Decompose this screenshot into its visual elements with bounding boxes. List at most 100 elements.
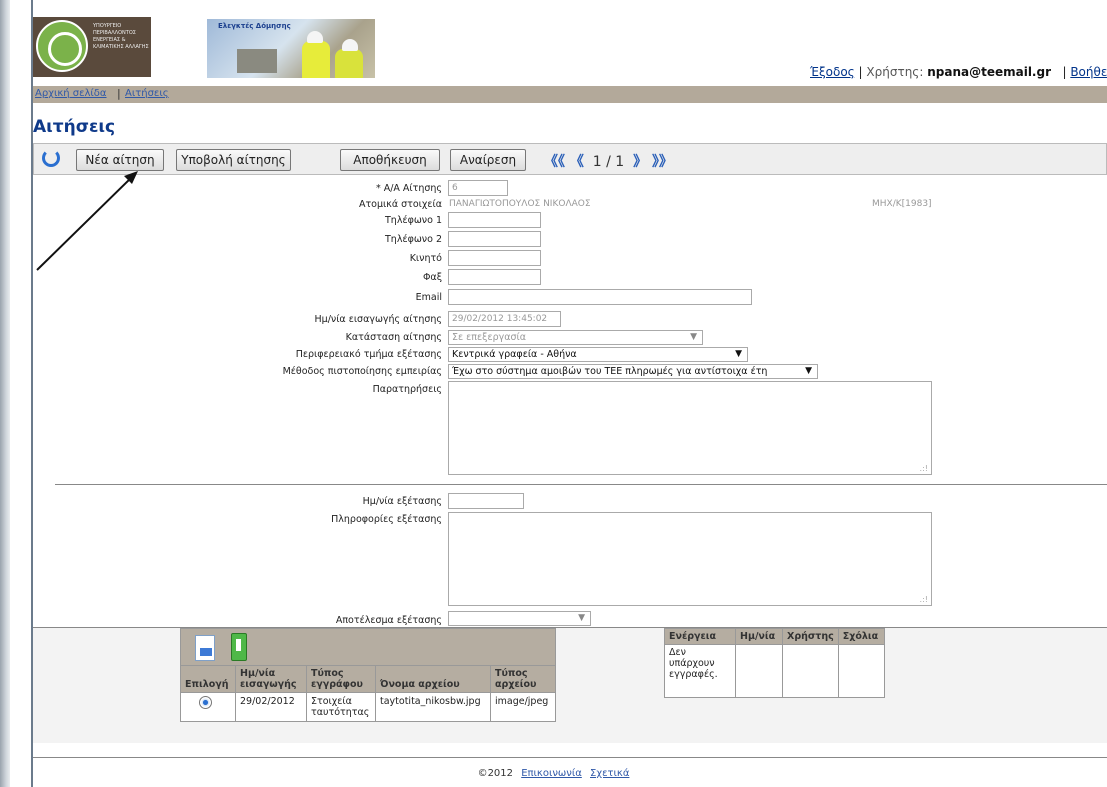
- col-header-action-date: Ημ/νία: [735, 628, 783, 645]
- prev-page-icon[interactable]: 《: [570, 154, 584, 170]
- mobile-label: Κινητό: [409, 253, 442, 264]
- next-page-icon[interactable]: 》: [633, 154, 647, 170]
- window-left-edge: [0, 0, 10, 787]
- actions-table: Ενέργεια Ημ/νία Χρήστης Σχόλια Δεν υπάρχ…: [664, 628, 886, 698]
- col-header-select: Επιλογή: [180, 665, 236, 693]
- user-bar-separator: |: [858, 65, 863, 79]
- page-title: Αιτήσεις: [33, 117, 116, 137]
- page-indicator: 1 / 1: [592, 154, 625, 170]
- files-table: Επιλογή Ημ/νία εισαγωγής Τύπος εγγράφου …: [180, 628, 556, 722]
- submit-application-button[interactable]: Υποβολή αίτησης: [176, 149, 291, 171]
- col-header-user: Χρήστης: [782, 628, 839, 645]
- new-application-button[interactable]: Νέα αίτηση: [76, 149, 164, 171]
- phone2-field[interactable]: [448, 231, 541, 247]
- method-select[interactable]: Έχω στο σύστημα αμοιβών του ΤΕΕ πληρωμές…: [448, 364, 818, 379]
- empty-cell: [837, 644, 886, 698]
- breadcrumb: Αρχική σελίδα | Αιτήσεις: [33, 86, 1107, 103]
- status-label: Κατάσταση αίτησης: [345, 332, 442, 343]
- help-link[interactable]: Βοήθεια: [1070, 65, 1107, 79]
- col-header-action: Ενέργεια: [664, 628, 736, 645]
- email-label: Email: [415, 292, 442, 303]
- undo-button[interactable]: Αναίρεση: [450, 149, 526, 171]
- footer: ©2012 Επικοινωνία Σχετικά: [0, 768, 1107, 779]
- nav-home-link[interactable]: Αρχική σελίδα: [35, 88, 107, 99]
- notes-label: Παρατηρήσεις: [372, 384, 442, 395]
- ministry-logo-text: ΥΠΟΥΡΓΕΙΟ ΠΕΡΙΒΑΛΛΟΝΤΟΣ ΕΝΕΡΓΕΙΑΣ & ΚΛΙΜ…: [93, 23, 149, 50]
- row-file-name: taytotita_nikosbw.jpg: [375, 692, 491, 722]
- toolbar: Νέα αίτηση Υποβολή αίτησης Αποθήκευση Αν…: [33, 143, 1107, 175]
- submission-date-label: Ημ/νία εισαγωγής αίτησης: [314, 314, 442, 325]
- exam-result-select[interactable]: ▼: [448, 611, 591, 626]
- exam-info-textarea[interactable]: .:!: [448, 512, 932, 606]
- notes-textarea[interactable]: .:!: [448, 381, 932, 475]
- method-value: Έχω στο σύστημα αμοιβών του ΤΕΕ πληρωμές…: [452, 366, 768, 377]
- empty-cell: [735, 644, 783, 698]
- user-bar-separator: |: [1062, 65, 1067, 79]
- user-label: Χρήστης:: [866, 65, 924, 79]
- email-field[interactable]: [448, 289, 752, 305]
- files-toolbar: [180, 628, 556, 666]
- region-select[interactable]: Κεντρικά γραφεία - Αθήνα ▼: [448, 347, 748, 362]
- region-value: Κεντρικά γραφεία - Αθήνα: [452, 349, 577, 360]
- user-bar: Έξοδος | Χρήστης: npana@teemail.gr | Βοή…: [810, 65, 1107, 79]
- contact-link[interactable]: Επικοινωνία: [521, 768, 582, 779]
- mobile-field[interactable]: [448, 250, 541, 266]
- about-link[interactable]: Σχετικά: [590, 768, 629, 779]
- fax-label: Φαξ: [422, 272, 442, 283]
- personal-name: ΠΑΝΑΓΙΩΤΟΠΟΥΛΟΣ ΝΙΚΟΛΑΟΣ: [449, 199, 591, 209]
- chevron-down-icon: ▼: [735, 349, 742, 359]
- status-select[interactable]: Σε επεξεργασία ▼: [448, 330, 703, 345]
- exit-link[interactable]: Έξοδος: [810, 65, 855, 79]
- first-page-icon[interactable]: 《《: [544, 154, 565, 170]
- select-radio[interactable]: [199, 696, 212, 709]
- resize-grip-icon[interactable]: .:!: [920, 464, 928, 473]
- nav-separator: |: [117, 87, 121, 100]
- exam-date-field[interactable]: [448, 493, 524, 509]
- personal-code: ΜΗΧ/Κ[1983]: [872, 199, 932, 209]
- row-date: 29/02/2012: [235, 692, 307, 722]
- banner-building: [237, 49, 277, 73]
- fax-field[interactable]: [448, 269, 541, 285]
- col-header-date: Ημ/νία εισαγωγής: [235, 665, 307, 693]
- row-select-cell[interactable]: [180, 692, 236, 722]
- phone1-label: Τηλέφωνο 1: [385, 215, 442, 226]
- region-label: Περιφερειακό τμήμα εξέτασης: [295, 349, 442, 360]
- aa-field[interactable]: 6: [448, 180, 508, 196]
- col-header-file-name: Όνομα αρχείου: [375, 665, 491, 693]
- last-page-icon[interactable]: 》》: [652, 154, 673, 170]
- chevron-down-icon: ▼: [805, 366, 812, 376]
- ministry-emblem-icon: [36, 20, 88, 72]
- refresh-icon[interactable]: [42, 149, 60, 167]
- personal-label: Ατομικά στοιχεία: [358, 199, 442, 210]
- banner-worker-1: [302, 41, 330, 78]
- empty-cell: [782, 644, 839, 698]
- chevron-down-icon: ▼: [690, 332, 697, 342]
- footer-divider: [33, 757, 1107, 758]
- banner-helmet-1: [307, 31, 323, 43]
- banner-helmet-2: [342, 39, 358, 51]
- aa-label: * Α/Α Αίτησης: [375, 183, 442, 194]
- document-icon[interactable]: [195, 635, 215, 661]
- nav-applications-link[interactable]: Αιτήσεις: [125, 88, 169, 99]
- row-file-type: image/jpeg: [490, 692, 556, 722]
- phone1-field[interactable]: [448, 212, 541, 228]
- col-header-file-type: Τύπος αρχείου: [490, 665, 556, 693]
- status-value: Σε επεξεργασία: [452, 332, 526, 343]
- save-button[interactable]: Αποθήκευση: [340, 149, 440, 171]
- user-email: npana@teemail.gr: [927, 65, 1051, 79]
- exam-info-label: Πληροφορίες εξέτασης: [331, 514, 442, 525]
- section-divider: [55, 484, 1107, 485]
- row-doc-type: Στοιχεία ταυτότητας: [306, 692, 376, 722]
- col-header-comments: Σχόλια: [837, 628, 886, 645]
- resize-grip-icon[interactable]: .:!: [920, 595, 928, 604]
- banner-worker-2: [335, 49, 363, 78]
- empty-message: Δεν υπάρχουν εγγραφές.: [664, 644, 736, 698]
- pager: 《《 《 1 / 1 》 》》: [544, 151, 673, 171]
- exam-result-label: Αποτέλεσμα εξέτασης: [335, 615, 442, 626]
- upload-icon[interactable]: [231, 633, 247, 661]
- table-row[interactable]: 29/02/2012 Στοιχεία ταυτότητας taytotita…: [180, 692, 556, 722]
- exam-date-label: Ημ/νία εξέτασης: [362, 496, 442, 507]
- submission-date-field[interactable]: 29/02/2012 13:45:02: [448, 311, 561, 327]
- banner-title: Ελεγκτές Δόμησης: [218, 22, 291, 30]
- phone2-label: Τηλέφωνο 2: [385, 234, 442, 245]
